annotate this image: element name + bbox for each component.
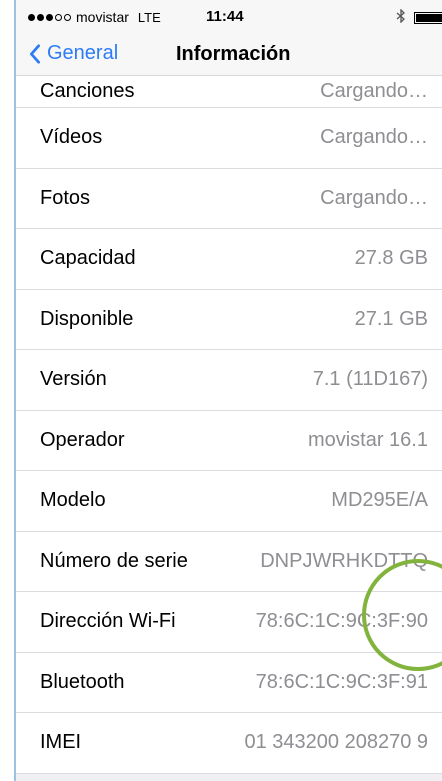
list-row-canciones: Canciones Cargando… [16, 76, 442, 108]
row-value: Cargando… [320, 186, 428, 209]
row-value: MD295E/A [331, 489, 428, 512]
row-label: Fotos [40, 186, 91, 209]
row-value: Cargando… [320, 126, 428, 149]
list-row-imei: IMEI 01 343200 208270 9 [16, 713, 442, 774]
row-label: Canciones [40, 80, 135, 102]
row-value: 7.1 (11D167) [312, 368, 428, 391]
row-value: DNPJWRHKDTTQ [260, 549, 428, 572]
signal-dot [55, 13, 62, 21]
signal-dot [28, 13, 35, 21]
status-right [396, 8, 442, 26]
phone-screen: movistar LTE 11:44 General Información C… [14, 0, 442, 781]
row-label: Número de serie [40, 549, 188, 572]
signal-dot [46, 13, 53, 21]
row-label: Vídeos [40, 126, 103, 149]
list-row-operador[interactable]: Operador movistar 16.1 [16, 411, 442, 471]
row-label: Dirección Wi-Fi [40, 610, 176, 633]
list-row-fotos: Fotos Cargando… [16, 169, 442, 229]
carrier-name: movistar [76, 9, 129, 25]
navigation-bar: General Información [16, 34, 442, 76]
row-value: 27.8 GB [354, 247, 428, 270]
list-row-videos: Vídeos Cargando… [16, 108, 442, 169]
battery-fill [416, 13, 442, 22]
page-title: Información [176, 43, 291, 65]
list-row-modelo: Modelo MD295E/A [16, 471, 442, 532]
back-button[interactable]: General [28, 42, 118, 65]
list-row-version: Versión 7.1 (11D167) [16, 350, 442, 411]
list-row-capacidad: Capacidad 27.8 GB [16, 229, 442, 290]
list-row-numero-de-serie: Número de serie DNPJWRHKDTTQ [16, 532, 442, 592]
battery-icon [414, 11, 442, 24]
bluetooth-icon [396, 8, 406, 26]
status-left: movistar LTE [28, 9, 161, 25]
row-value: Cargando… [320, 80, 428, 102]
status-bar: movistar LTE 11:44 [16, 0, 442, 34]
signal-strength-icon [28, 13, 71, 21]
row-label: Operador [40, 428, 125, 451]
status-time: 11:44 [206, 8, 244, 25]
row-label: Disponible [40, 307, 134, 330]
info-list: Canciones Cargando… Vídeos Cargando… Fot… [16, 76, 442, 774]
row-value: 78:6C:1C:9C:3F:90 [255, 610, 428, 633]
row-value: 78:6C:1C:9C:3F:91 [255, 670, 428, 693]
signal-dot [64, 13, 71, 21]
back-label: General [47, 42, 119, 64]
list-row-disponible: Disponible 27.1 GB [16, 290, 442, 350]
row-label: Modelo [40, 489, 106, 512]
row-label: IMEI [40, 731, 82, 754]
row-value: 27.1 GB [354, 307, 428, 330]
network-type: LTE [137, 9, 161, 25]
row-value: movistar 16.1 [307, 428, 428, 451]
row-label: Bluetooth [40, 670, 125, 693]
list-row-direccion-wifi: Dirección Wi-Fi 78:6C:1C:9C:3F:90 [16, 592, 442, 653]
signal-dot [37, 13, 44, 21]
row-label: Capacidad [40, 247, 136, 270]
chevron-left-icon [30, 43, 41, 64]
row-label: Versión [40, 368, 107, 391]
row-value: 01 343200 208270 9 [244, 731, 428, 754]
list-row-bluetooth: Bluetooth 78:6C:1C:9C:3F:91 [16, 653, 442, 713]
